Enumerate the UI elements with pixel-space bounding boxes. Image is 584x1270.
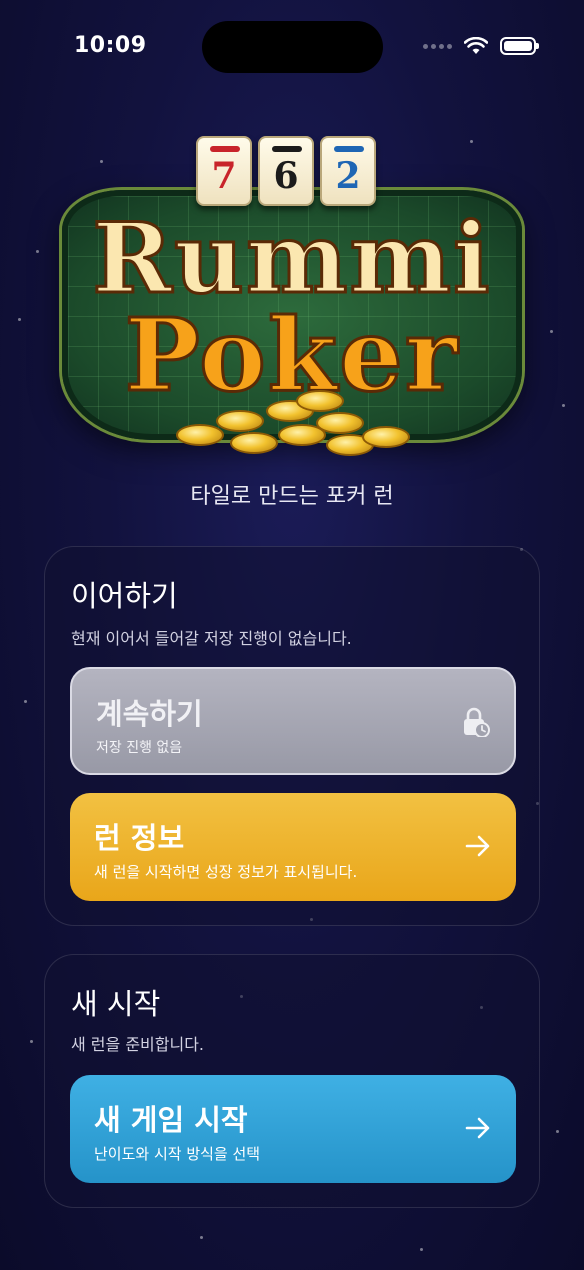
- logo-tile: 2: [320, 136, 376, 206]
- tagline: 타일로 만드는 포커 런: [190, 484, 394, 509]
- continue-button-label: 계속하기: [96, 697, 203, 731]
- wifi-icon: [464, 37, 488, 54]
- dynamic-island: [202, 21, 383, 73]
- new-game-button-sub: 난이도와 시작 방식을 선택: [94, 1145, 261, 1163]
- cellular-signal-icon: [423, 43, 452, 49]
- logo-tile: 7: [196, 136, 252, 206]
- status-bar: 10:09: [0, 0, 584, 92]
- arrow-right-icon: [465, 835, 490, 857]
- status-icons: [423, 37, 539, 55]
- new-start-section-card: 새 시작 새 런을 준비합니다. 새 게임 시작 난이도와 시작 방식을 선택: [44, 954, 540, 1208]
- run-info-button-label: 런 정보: [94, 821, 185, 855]
- run-info-button-sub: 새 런을 시작하면 성장 정보가 표시됩니다.: [94, 863, 358, 881]
- continue-section-title: 이어하기: [71, 579, 178, 613]
- logo-tiles: 7 6 2: [196, 136, 376, 206]
- coin-pile-icon: [166, 390, 416, 460]
- continue-section-subtitle: 현재 이어서 들어갈 저장 진행이 없습니다.: [71, 629, 352, 648]
- game-logo: 7 6 2 Rummi Poker: [56, 128, 528, 474]
- continue-section-card: 이어하기 현재 이어서 들어갈 저장 진행이 없습니다. 계속하기 저장 진행 …: [44, 546, 540, 926]
- status-time: 10:09: [74, 33, 147, 58]
- arrow-right-icon: [465, 1117, 490, 1139]
- battery-icon: [500, 37, 539, 55]
- run-info-button[interactable]: 런 정보 새 런을 시작하면 성장 정보가 표시됩니다.: [70, 793, 516, 901]
- continue-button-sub: 저장 진행 없음: [96, 740, 183, 756]
- lock-clock-icon: [464, 707, 490, 737]
- new-game-button[interactable]: 새 게임 시작 난이도와 시작 방식을 선택: [70, 1075, 516, 1183]
- logo-tile: 6: [258, 136, 314, 206]
- new-start-section-title: 새 시작: [71, 987, 161, 1021]
- new-game-button-label: 새 게임 시작: [94, 1103, 248, 1137]
- new-start-section-subtitle: 새 런을 준비합니다.: [71, 1035, 205, 1054]
- continue-button[interactable]: 계속하기 저장 진행 없음: [70, 667, 516, 775]
